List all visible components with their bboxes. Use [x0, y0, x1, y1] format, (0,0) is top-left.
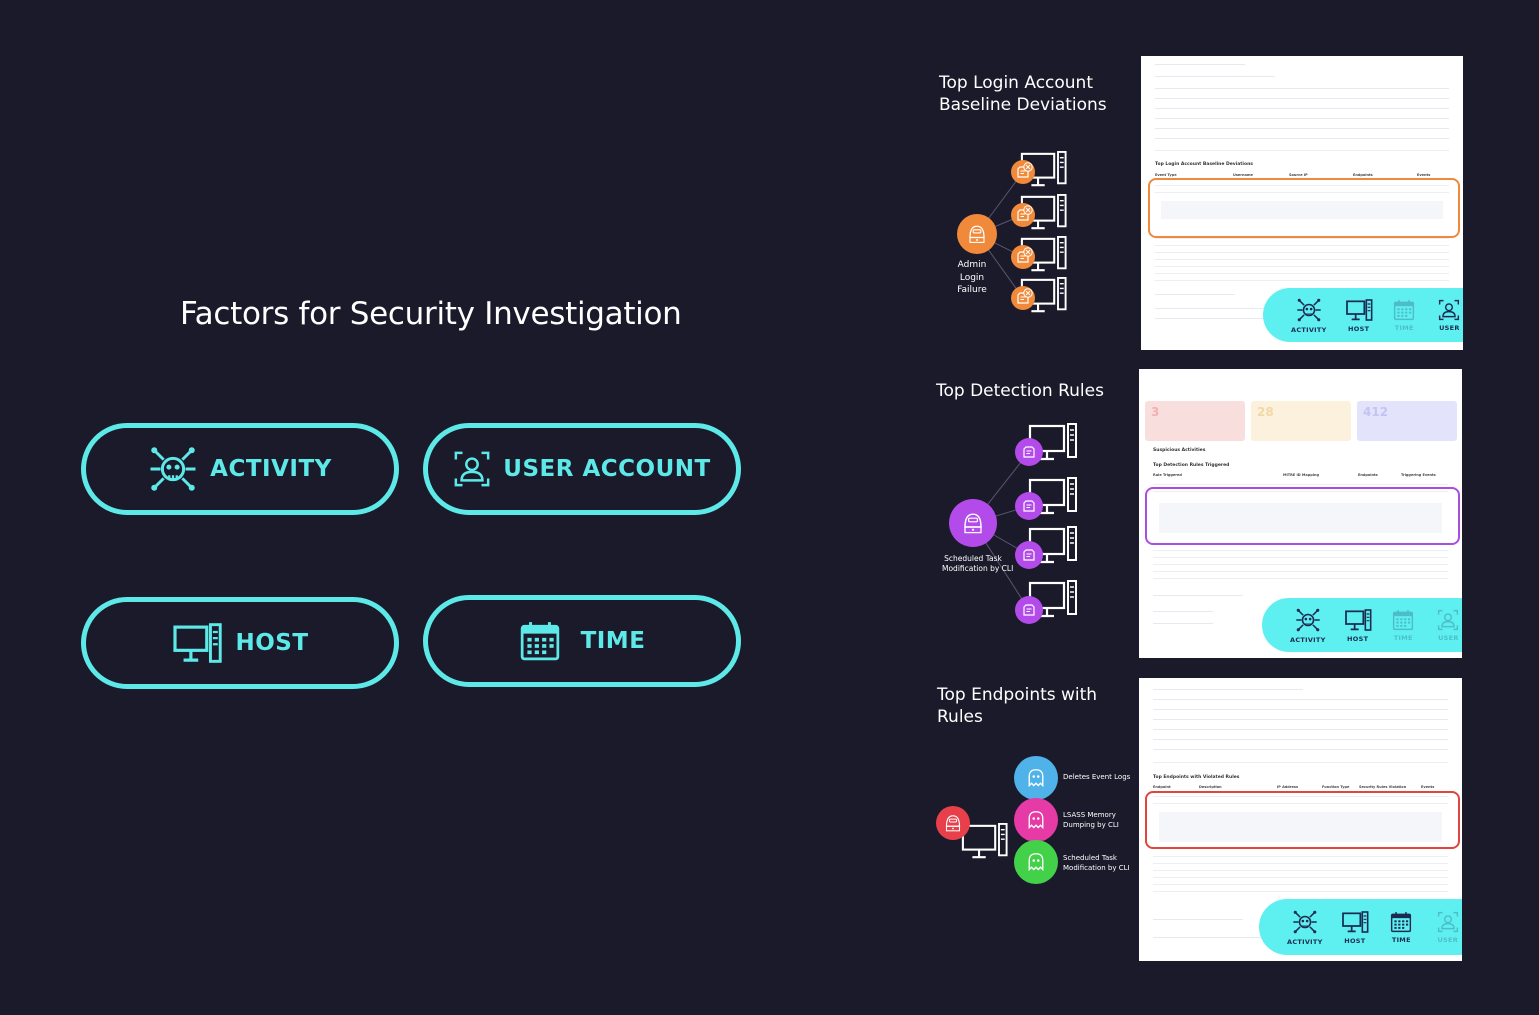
calendar-icon	[1391, 910, 1412, 932]
user-scan-icon	[454, 451, 490, 487]
dashboard-card-endpoints: Top Endpoints with Violated Rules Endpoi…	[1139, 678, 1462, 961]
calendar-icon	[1393, 608, 1414, 630]
host-icon	[961, 822, 1008, 859]
calendar-icon	[520, 620, 559, 661]
highlight-box	[1148, 178, 1460, 238]
highlight-box	[1145, 487, 1460, 545]
ghost-node-2	[1014, 798, 1058, 842]
factor-time-label: TIME	[580, 628, 646, 654]
table-title: Top Detection Rules Triggered	[1153, 463, 1230, 468]
hacker-node	[936, 806, 970, 840]
factor-time: TIME	[423, 595, 741, 687]
hacker-node	[957, 214, 997, 254]
factor-dock: ACTIVITY HOST TIME USER	[1262, 598, 1462, 652]
factor-activity-label: ACTIVITY	[210, 456, 332, 482]
host-group-3	[1015, 525, 1078, 569]
desktop-server-icon	[1344, 608, 1372, 631]
skull-crossbones-icon	[1295, 607, 1321, 632]
user-scan-icon	[1439, 299, 1460, 320]
user-scan-icon	[1437, 911, 1458, 932]
table-title: Top Login Account Baseline Deviations	[1155, 162, 1253, 167]
section-title-detection-rules: Top Detection Rules	[936, 381, 1104, 401]
host-group-4	[1015, 579, 1078, 624]
section-title-endpoints: Top Endpoints with Rules	[937, 685, 1098, 727]
factor-activity: ACTIVITY	[81, 423, 399, 515]
skull-crossbones-icon	[1292, 909, 1318, 934]
ghost-label-3: Scheduled Task Modification by CLI	[1063, 854, 1130, 872]
factor-dock: ACTIVITY HOST TIME USER	[1259, 899, 1462, 955]
endpoint-rules-diagram	[936, 756, 1058, 884]
section-label: Suspicious Activities	[1153, 448, 1206, 453]
detection-rules-diagram	[949, 422, 1078, 624]
node-label-admin-login-failure: Admin Login Failure	[957, 260, 987, 295]
user-scan-icon	[1438, 609, 1459, 630]
host-group-2	[1015, 476, 1078, 520]
hacker-node	[949, 499, 997, 547]
page-title: Factors for Security Investigation	[180, 296, 682, 332]
host-group-1	[1015, 422, 1078, 466]
section-title-login-deviations: Top Login Account Baseline Deviations	[939, 73, 1107, 115]
desktop-server-icon	[1345, 298, 1373, 321]
factor-dock: ACTIVITY HOST TIME USER	[1263, 288, 1463, 342]
host-group-3	[1011, 235, 1067, 272]
host-group-4	[1011, 276, 1067, 313]
highlight-box	[1145, 791, 1460, 849]
dashboard-card-login-deviations: Top Login Account Baseline Deviations Ev…	[1141, 56, 1463, 350]
ghost-label-1: Deletes Event Logs	[1063, 773, 1131, 781]
node-label-scheduled-task: Scheduled Task Modification by CLI	[942, 554, 1014, 573]
host-group-2	[1011, 193, 1067, 230]
ghost-label-2: LSASS Memory Dumping by CLI	[1063, 811, 1119, 829]
ghost-node-3	[1014, 840, 1058, 884]
host-group-1	[1011, 150, 1067, 187]
desktop-server-icon	[1342, 910, 1369, 933]
calendar-icon	[1394, 298, 1415, 320]
skull-crossbones-icon	[149, 445, 198, 493]
desktop-server-icon	[173, 623, 223, 663]
table-title: Top Endpoints with Violated Rules	[1153, 775, 1240, 780]
factor-user-account-label: USER ACCOUNT	[503, 456, 711, 482]
ghost-node-1	[1014, 756, 1058, 800]
factor-host: HOST	[81, 597, 399, 689]
dashboard-card-detection-rules: 3 28 412 Suspicious Activities Top Detec…	[1139, 369, 1462, 658]
factor-user-account: USER ACCOUNT	[423, 423, 741, 515]
skull-crossbones-icon	[1296, 297, 1322, 322]
factor-host-label: HOST	[235, 630, 309, 656]
